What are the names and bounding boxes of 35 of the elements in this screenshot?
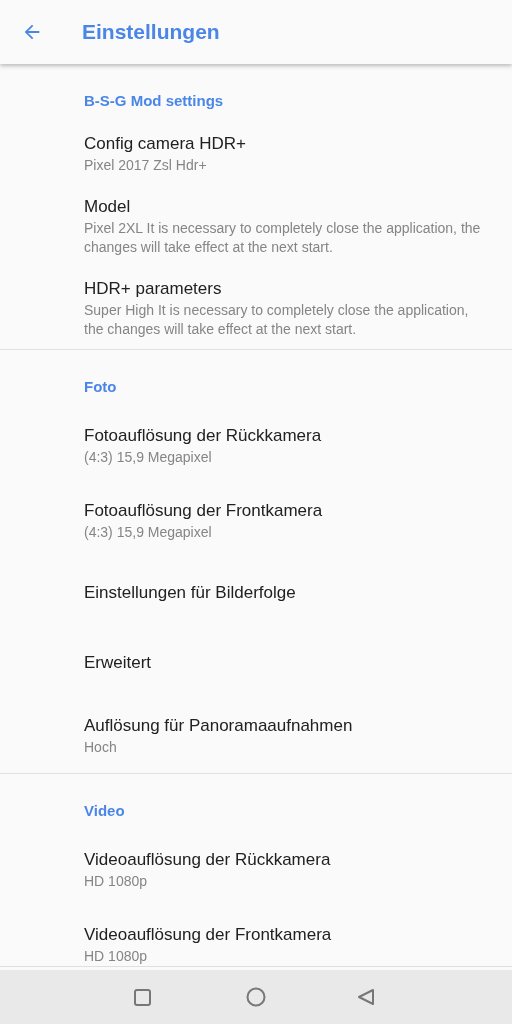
setting-summary: HD 1080p <box>84 872 149 891</box>
setting-summary: (4:3) 15,9 Megapixel <box>84 523 213 542</box>
settings-item[interactable]: Einstellungen für Bilderfolge <box>0 558 512 628</box>
settings-item[interactable]: Fotoauflösung der Frontkamera (4:3) 15,9 Megapixel <box>0 483 512 558</box>
settings-item[interactable]: Auflösung für Panoramaaufnahmen Hoch <box>0 698 512 773</box>
setting-summary: Hoch <box>84 738 118 757</box>
screen-title: Einstellungen <box>82 20 220 44</box>
section-header: Video <box>84 801 125 819</box>
settings-item[interactable]: HDR+ parameters Super High It is necessary to completely close the application, the changes will take effect at the next start. <box>0 267 512 349</box>
settings-item[interactable]: Videoauflösung der Frontkamera HD 1080p <box>0 907 512 966</box>
setting-title: Erweitert <box>84 652 153 674</box>
section-header: Foto <box>84 377 117 395</box>
settings-item[interactable]: Model Pixel 2XL It is necessary to completely close the application, the changes will take effect at the next start. <box>0 185 512 267</box>
home-circle-icon[interactable] <box>246 987 266 1007</box>
setting-title: Einstellungen für Bilderfolge <box>84 582 297 604</box>
setting-summary: Super High It is necessary to completely close the application, the changes will take effect at the next start. <box>84 301 470 339</box>
settings-item[interactable]: Config camera HDR+ Pixel 2017 Zsl Hdr+ <box>0 122 512 185</box>
settings-item[interactable]: Videoauflösung der Rückkamera HD 1080p <box>0 832 512 907</box>
setting-summary: Pixel 2017 Zsl Hdr+ <box>84 156 208 175</box>
setting-title: Fotoauflösung der Rückkamera <box>84 425 323 447</box>
setting-title: HDR+ parameters <box>84 278 223 300</box>
setting-summary: HD 1080p <box>84 947 149 966</box>
back-triangle-icon[interactable] <box>357 988 375 1006</box>
recents-square-icon[interactable] <box>134 988 151 1006</box>
setting-summary: (4:3) 15,9 Megapixel <box>84 448 213 467</box>
setting-title: Videoauflösung der Rückkamera <box>84 849 332 871</box>
setting-summary: Pixel 2XL It is necessary to completely close the application, the changes will take effect at the next start. <box>84 219 482 257</box>
section-header: B-S-G Mod settings <box>84 91 224 109</box>
setting-title: Videoauflösung der Frontkamera <box>84 924 333 946</box>
setting-title: Model <box>84 196 132 218</box>
settings-item[interactable]: Fotoauflösung der Rückkamera (4:3) 15,9 Megapixel <box>0 408 512 483</box>
setting-title: Config camera HDR+ <box>84 133 248 155</box>
settings-item[interactable]: Erweitert <box>0 628 512 698</box>
setting-title: Auflösung für Panoramaaufnahmen <box>84 715 354 737</box>
setting-title: Fotoauflösung der Frontkamera <box>84 500 324 522</box>
